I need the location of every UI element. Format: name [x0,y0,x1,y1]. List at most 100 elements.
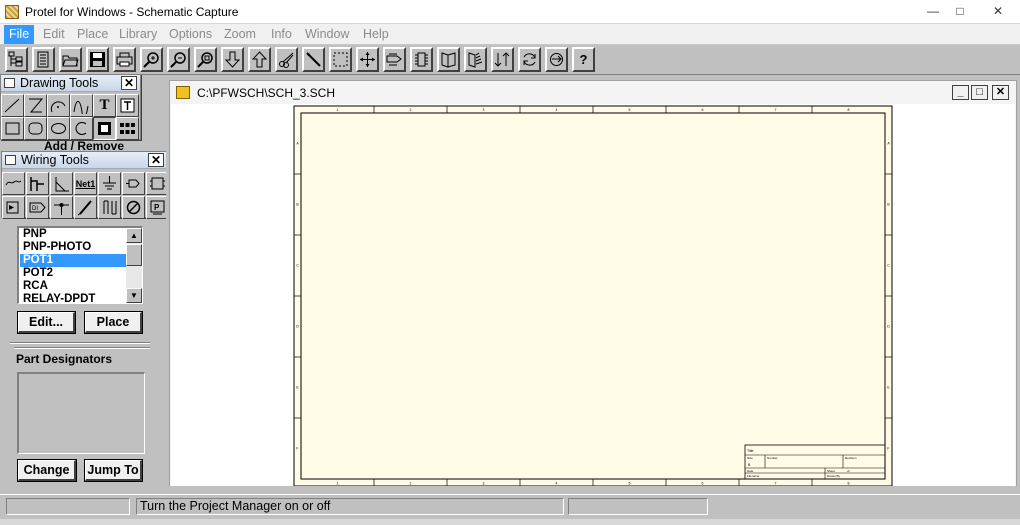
zoom-out-button[interactable] [167,47,190,72]
menu-edit[interactable]: Edit [38,25,70,44]
minimize-button[interactable]: — [919,2,947,20]
menu-place[interactable]: Place [72,25,113,44]
bus-entry-tool[interactable] [50,172,73,195]
part-list-scrollbar[interactable]: ▲ ▼ [126,228,142,303]
move-button[interactable] [356,47,379,72]
zoom-fit-button[interactable] [194,47,217,72]
project-tree-icon [8,51,23,67]
component-button[interactable] [383,47,406,72]
part-designators-list[interactable] [17,372,145,454]
doc-maximize-button[interactable]: □ [971,85,988,100]
port-tool[interactable] [122,172,145,195]
image-tool[interactable] [93,117,116,140]
text-frame-icon [120,98,135,113]
schematic-document-window: C:\PFWSCH\SCH_3.SCH _ □ ✕ 1 1 2 2 3 3 4 4 5 5 6 6 7 7… [169,80,1017,490]
part-list[interactable]: PNP PNP-PHOTO POT1 POT2 RCA RELAY-DPDT ▲… [17,226,143,304]
list-item[interactable]: RELAY-DPDT [20,293,128,303]
jump-to-button[interactable]: Jump To [84,459,143,482]
rectangle-tool[interactable] [1,117,24,140]
move-up-button[interactable] [248,47,271,72]
net-label-tool[interactable]: Net1 [74,172,97,195]
list-item-selected[interactable]: POT1 [20,254,128,267]
scroll-up-icon[interactable]: ▲ [126,228,142,243]
zone-column-label: 3 [483,108,485,112]
drawing-tools-titlebar[interactable]: Drawing Tools ✕ [1,75,140,92]
list-item[interactable]: POT2 [20,267,128,280]
palette-close-icon[interactable]: ✕ [148,153,164,167]
wire-tool[interactable] [2,172,25,195]
change-button[interactable]: Change [17,459,77,482]
library-button[interactable] [437,47,460,72]
polygon-tool[interactable] [24,94,47,117]
library-browse-button[interactable] [464,47,487,72]
rounded-rectangle-tool[interactable] [24,117,47,140]
ellipse-tool[interactable] [47,117,70,140]
block-tool[interactable] [98,196,121,219]
menu-help[interactable]: Help [358,25,394,44]
ellipse-icon [51,123,66,134]
menu-info[interactable]: Info [266,25,297,44]
line-tool[interactable] [1,94,24,117]
menu-zoom[interactable]: Zoom [219,25,261,44]
directive-tool[interactable]: DI [26,196,49,219]
junction-tool[interactable] [50,196,73,219]
edit-part-button[interactable]: Edit... [17,311,76,334]
menu-options[interactable]: Options [164,25,217,44]
sort-icon [494,52,510,67]
zoom-fit-icon [197,52,213,68]
doc-minimize-button[interactable]: _ [952,85,969,100]
zone-column-label: 5 [629,108,631,112]
palette-close-icon[interactable]: ✕ [121,76,137,90]
bezier-tool[interactable] [70,94,93,117]
text-tool[interactable]: T [93,94,116,117]
doc-close-button[interactable]: ✕ [992,85,1009,100]
menu-library[interactable]: Library [114,25,162,44]
move-down-button[interactable] [221,47,244,72]
open-folder-button[interactable] [59,47,82,72]
wire-tool-button[interactable] [302,47,325,72]
drawing-tools-palette: Drawing Tools ✕ T [0,74,141,140]
menu-window[interactable]: Window [300,25,354,44]
scroll-thumb[interactable] [126,244,142,266]
maximize-button[interactable]: □ [946,2,974,20]
open-document-button[interactable] [32,47,55,72]
schematic-canvas[interactable]: 1122334455667788AABBCCDDEEFF Title Size … [171,104,1015,489]
arc-tool[interactable] [47,94,70,117]
menu-file[interactable]: File [4,25,35,44]
help-button[interactable]: ? [572,47,595,72]
pie-tool[interactable] [70,117,93,140]
document-titlebar[interactable]: C:\PFWSCH\SCH_3.SCH _ □ ✕ [170,81,1016,103]
save-button[interactable] [86,47,109,72]
bus-tool[interactable] [26,172,49,195]
text-frame-tool[interactable] [116,94,139,117]
power-port-tool[interactable] [98,172,121,195]
probe-tool[interactable] [74,196,97,219]
array-tool[interactable] [116,117,139,140]
scroll-down-icon[interactable]: ▼ [126,288,142,303]
wire-icon [5,180,22,186]
block-icon [103,200,117,215]
project-manager-button[interactable] [5,47,28,72]
place-part-button[interactable]: Place [84,311,143,334]
select-area-button[interactable] [329,47,352,72]
close-button[interactable]: ✕ [980,2,1016,20]
arc-icon [50,101,66,113]
print-button[interactable] [113,47,136,72]
book-icon [441,52,456,68]
update-button[interactable] [491,47,514,72]
wiring-tools-titlebar[interactable]: Wiring Tools ✕ [2,152,167,169]
list-item[interactable]: PNP [20,228,128,241]
rotate-button[interactable] [545,47,568,72]
chip-button[interactable] [410,47,433,72]
list-item[interactable]: RCA [20,280,128,293]
cut-button[interactable] [275,47,298,72]
no-erc-tool[interactable] [122,196,145,219]
schematic-sheet[interactable]: 1122334455667788A AB BC CD DE EF F Title Size … [171,104,1015,489]
repeat-button[interactable] [518,47,541,72]
folder-icon [62,55,79,67]
sheet-entry-tool[interactable] [2,196,25,219]
list-item[interactable]: PNP-PHOTO [20,241,128,254]
zoom-in-button[interactable] [140,47,163,72]
zone-column-label: 7 [775,108,777,112]
wiring-tools-palette: Wiring Tools ✕ Net1 DI P [1,151,169,219]
